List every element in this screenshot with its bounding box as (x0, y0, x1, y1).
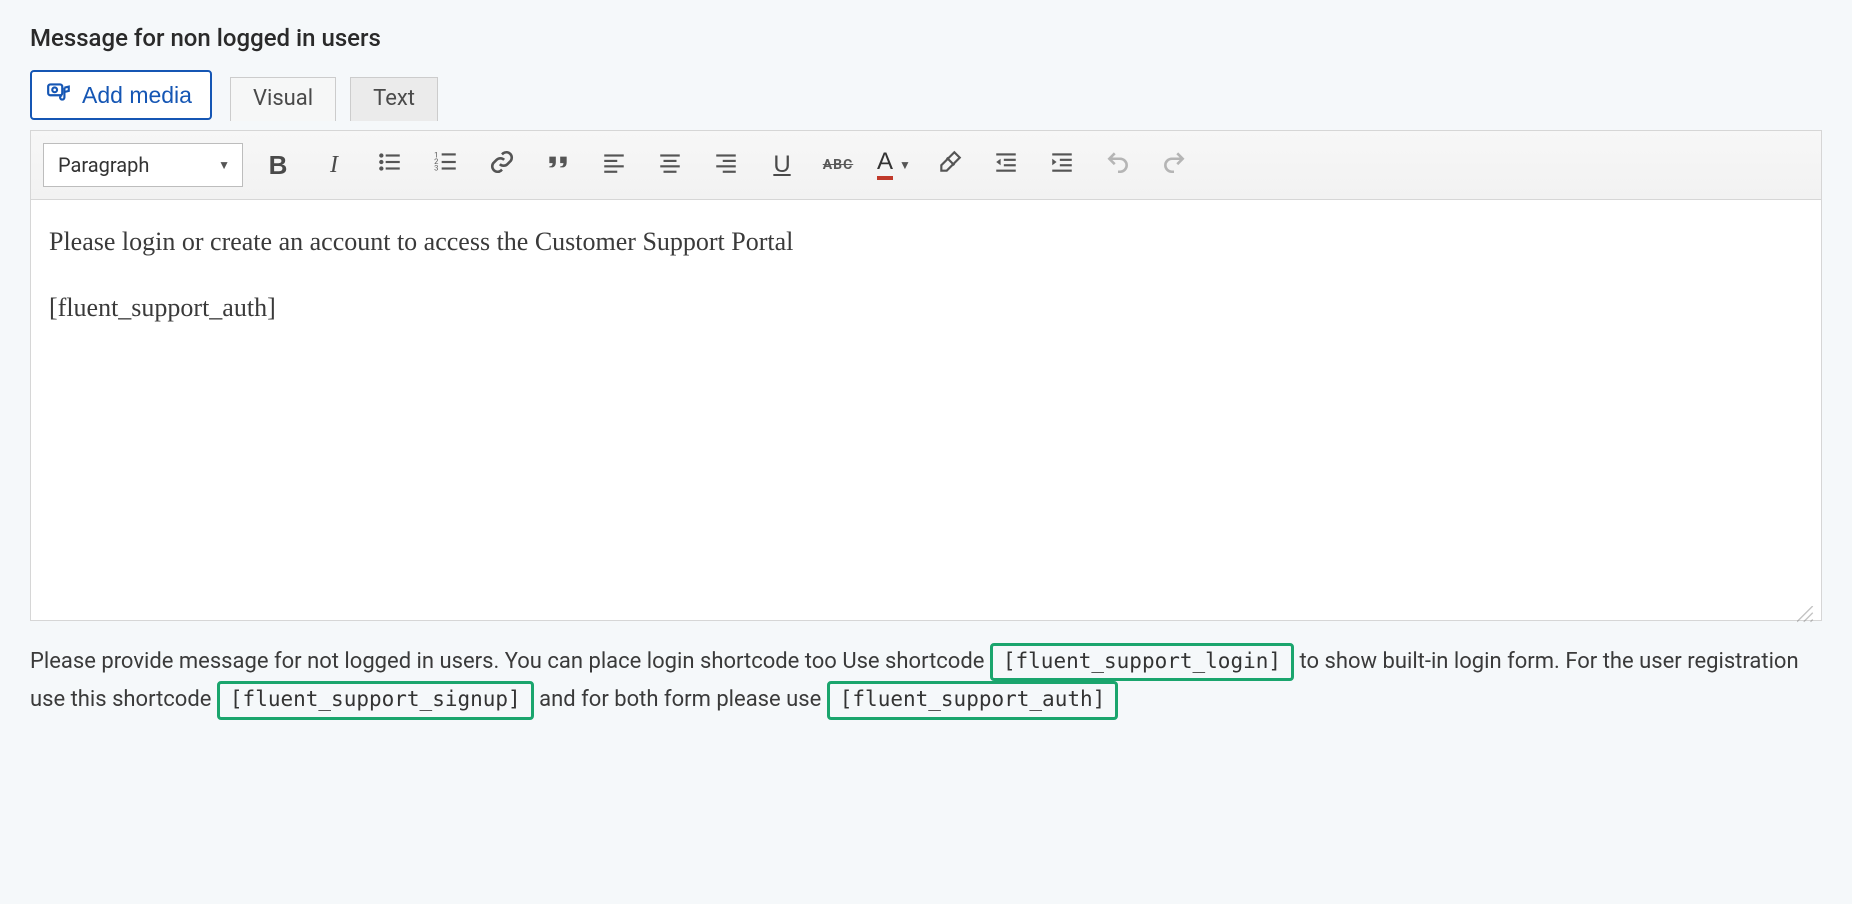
outdent-button[interactable] (985, 144, 1027, 186)
resize-handle[interactable] (1797, 598, 1815, 616)
quote-icon (545, 149, 571, 181)
undo-button[interactable] (1097, 144, 1139, 186)
chevron-down-icon: ▼ (899, 158, 911, 172)
editor-line: Please login or create an account to acc… (49, 224, 1803, 260)
bullet-list-button[interactable] (369, 144, 411, 186)
svg-text:3: 3 (434, 164, 438, 173)
strikethrough-button[interactable]: ABC (817, 144, 859, 186)
link-icon (489, 149, 515, 181)
numbered-list-button[interactable]: 123 (425, 144, 467, 186)
editor-mode-tabs: Visual Text (230, 76, 438, 120)
indent-button[interactable] (1041, 144, 1083, 186)
paragraph-format-select[interactable]: Paragraph ▼ (43, 143, 243, 187)
editor-line: [fluent_support_auth] (49, 290, 1803, 326)
outdent-icon (993, 149, 1019, 181)
chevron-down-icon: ▼ (218, 158, 230, 172)
redo-button[interactable] (1153, 144, 1195, 186)
tab-text[interactable]: Text (350, 77, 438, 121)
underline-button[interactable]: U (761, 144, 803, 186)
editor-section: Message for non logged in users Add medi… (30, 24, 1822, 720)
add-media-label: Add media (82, 82, 192, 109)
clear-formatting-button[interactable] (929, 144, 971, 186)
editor-content-area[interactable]: Please login or create an account to acc… (31, 200, 1821, 620)
link-button[interactable] (481, 144, 523, 186)
align-center-button[interactable] (649, 144, 691, 186)
shortcode-login: [fluent_support_login] (990, 643, 1294, 681)
field-description: Please provide message for not logged in… (30, 643, 1822, 720)
align-right-button[interactable] (705, 144, 747, 186)
format-select-label: Paragraph (58, 153, 149, 177)
align-left-icon (601, 149, 627, 181)
redo-icon (1161, 149, 1187, 181)
editor-toolbar: Paragraph ▼ B I 123 (31, 131, 1821, 200)
undo-icon (1105, 149, 1131, 181)
underline-icon: U (773, 151, 790, 179)
section-title: Message for non logged in users (30, 24, 1822, 52)
camera-music-icon (46, 79, 72, 111)
wysiwyg-editor: Paragraph ▼ B I 123 (30, 130, 1822, 621)
add-media-button[interactable]: Add media (30, 70, 212, 120)
text-color-button[interactable]: A ▼ (873, 150, 915, 180)
shortcode-auth: [fluent_support_auth] (827, 681, 1119, 719)
tab-visual[interactable]: Visual (230, 77, 336, 121)
align-right-icon (713, 149, 739, 181)
shortcode-signup: [fluent_support_signup] (217, 681, 534, 719)
italic-icon: I (330, 152, 338, 179)
editor-header-row: Add media Visual Text (30, 70, 1822, 120)
align-center-icon (657, 149, 683, 181)
bullet-list-icon (377, 149, 403, 181)
indent-icon (1049, 149, 1075, 181)
bold-icon: B (269, 150, 288, 181)
help-text-part: Please provide message for not logged in… (30, 649, 984, 674)
eraser-icon (937, 149, 963, 181)
strikethrough-icon: ABC (823, 157, 854, 173)
text-color-icon: A (877, 150, 893, 180)
align-left-button[interactable] (593, 144, 635, 186)
numbered-list-icon: 123 (433, 149, 459, 181)
resize-grip-icon (1797, 606, 1815, 624)
bold-button[interactable]: B (257, 144, 299, 186)
help-text-part: and for both form please use (539, 687, 821, 712)
italic-button[interactable]: I (313, 144, 355, 186)
blockquote-button[interactable] (537, 144, 579, 186)
